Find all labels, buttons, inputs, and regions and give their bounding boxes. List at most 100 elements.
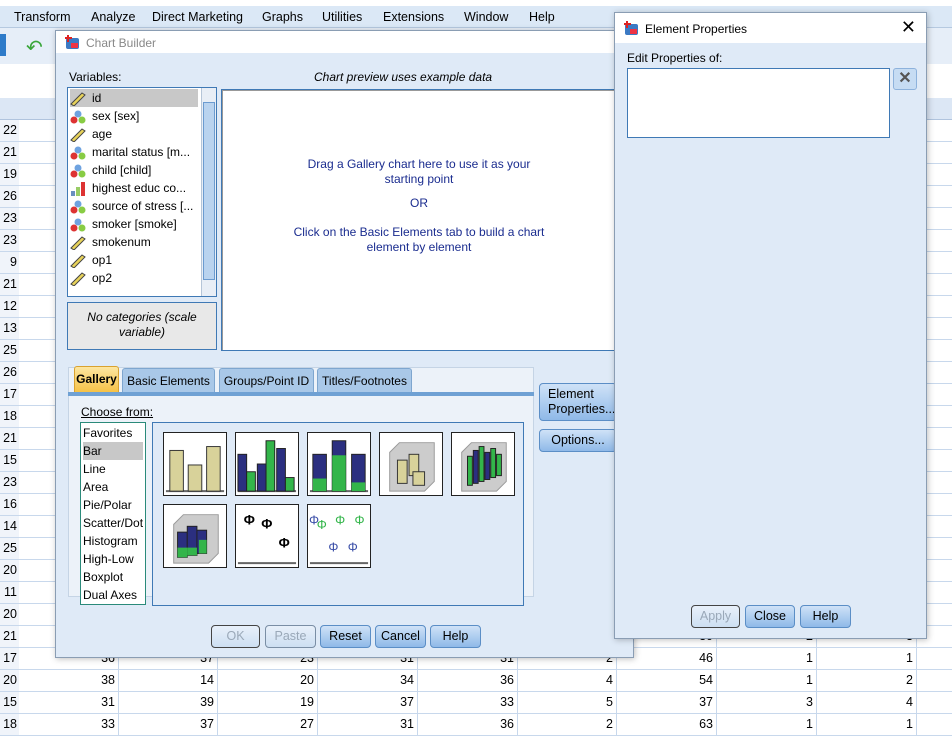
table-cell[interactable]: 3 (717, 692, 817, 714)
table-cell[interactable]: 38 (19, 670, 119, 692)
simple-3d-bar-thumbnail[interactable] (379, 432, 443, 496)
tab-groups-point-id[interactable]: Groups/Point ID (219, 368, 314, 394)
variable-item[interactable]: sex [sex] (70, 107, 198, 125)
table-cell[interactable]: 1 (717, 714, 817, 736)
menu-direct-marketing[interactable]: Direct Marketing (152, 10, 243, 24)
table-cell[interactable]: 4 (817, 692, 917, 714)
table-cell[interactable]: 37 (118, 714, 218, 736)
row-label[interactable]: 15 (0, 450, 19, 471)
table-cell[interactable]: 5 (517, 692, 617, 714)
table-cell[interactable]: 1 (817, 714, 917, 736)
menu-extensions[interactable]: Extensions (383, 10, 444, 24)
clustered-error-bar-thumbnail[interactable]: ΦΦΦΦΦΦ (307, 504, 371, 568)
table-cell[interactable]: 27 (218, 714, 318, 736)
row-label[interactable]: 25 (0, 340, 19, 361)
scrollbar-thumb[interactable] (203, 102, 215, 280)
variable-item[interactable]: op1 (70, 251, 198, 269)
variable-item[interactable]: child [child] (70, 161, 198, 179)
help-button[interactable]: Help (800, 605, 851, 628)
table-cell[interactable]: 31 (19, 692, 119, 714)
variable-item[interactable]: source of stress [... (70, 197, 198, 215)
simple-error-bar-thumbnail[interactable]: ΦΦΦ (235, 504, 299, 568)
row-label[interactable]: 23 (0, 230, 19, 251)
variable-item[interactable]: smoker [smoke] (70, 215, 198, 233)
table-cell[interactable]: 33 (418, 692, 518, 714)
row-label[interactable]: 14 (0, 516, 19, 537)
row-label[interactable]: 18 (0, 406, 19, 427)
menu-help[interactable]: Help (529, 10, 555, 24)
variables-scrollbar[interactable] (201, 88, 216, 296)
row-label[interactable]: 11 (0, 582, 19, 603)
menu-analyze[interactable]: Analyze (91, 10, 135, 24)
table-cell[interactable]: 37 (318, 692, 418, 714)
row-label[interactable]: 20 (0, 604, 19, 625)
table-cell[interactable]: 36 (418, 670, 518, 692)
menu-window[interactable]: Window (464, 10, 508, 24)
table-cell[interactable]: 20 (218, 670, 318, 692)
save-icon[interactable] (0, 34, 6, 56)
variable-item[interactable]: op2 (70, 269, 198, 287)
row-label[interactable]: 21 (0, 626, 19, 647)
row-label[interactable]: 21 (0, 274, 19, 295)
table-cell[interactable]: 19 (218, 692, 318, 714)
tab-gallery[interactable]: Gallery (74, 366, 119, 392)
variable-item[interactable]: age (70, 125, 198, 143)
row-label[interactable]: 23 (0, 472, 19, 493)
row-label[interactable]: 16 (0, 494, 19, 515)
tab-basic-elements[interactable]: Basic Elements (122, 368, 215, 394)
row-label[interactable]: 25 (0, 538, 19, 559)
undo-icon[interactable]: ↶ (26, 38, 43, 58)
row-label[interactable]: 23 (0, 208, 19, 229)
clustered-3d-bar-thumbnail[interactable] (451, 432, 515, 496)
variables-list[interactable]: id sex [sex] age marital status [m... child … (67, 87, 217, 297)
row-label[interactable]: 19 (0, 164, 19, 185)
table-cell[interactable]: 14 (118, 670, 218, 692)
stacked-bar-thumbnail[interactable] (307, 432, 371, 496)
table-cell[interactable]: 2 (517, 714, 617, 736)
table-cell[interactable]: 63 (617, 714, 717, 736)
table-cell[interactable]: 4 (517, 670, 617, 692)
table-cell[interactable]: 36 (418, 714, 518, 736)
chart-type-item[interactable]: Area (83, 478, 143, 496)
chart-type-item[interactable]: Histogram (83, 532, 143, 550)
element-properties-button[interactable]: Element Properties... (539, 383, 617, 421)
cancel-button[interactable]: Cancel (375, 625, 426, 648)
table-cell[interactable]: 33 (19, 714, 119, 736)
stacked-3d-bar-thumbnail[interactable] (163, 504, 227, 568)
row-label[interactable]: 15 (0, 692, 19, 713)
chart-type-item[interactable]: Line (83, 460, 143, 478)
menu-transform[interactable]: Transform (14, 10, 71, 24)
row-label[interactable]: 9 (0, 252, 19, 273)
table-cell[interactable]: 34 (318, 670, 418, 692)
chart-type-item[interactable]: Scatter/Dot (83, 514, 143, 532)
variable-item[interactable]: highest educ co... (70, 179, 198, 197)
chart-type-item[interactable]: Boxplot (83, 568, 143, 586)
delete-icon[interactable]: ✕ (893, 68, 917, 90)
row-label[interactable]: 18 (0, 714, 19, 735)
edit-properties-list[interactable] (627, 68, 890, 138)
close-button[interactable]: Close (745, 605, 795, 628)
paste-button[interactable]: Paste (265, 625, 316, 648)
tab-titles-footnotes[interactable]: Titles/Footnotes (317, 368, 412, 394)
row-label[interactable]: 20 (0, 670, 19, 691)
chart-type-list[interactable]: Favorites Bar Line Area Pie/Polar Scatter/Dot… (80, 422, 146, 605)
table-cell[interactable]: 1 (817, 648, 917, 670)
row-label[interactable]: 12 (0, 296, 19, 317)
table-cell[interactable]: 39 (118, 692, 218, 714)
table-cell[interactable]: 54 (617, 670, 717, 692)
row-label[interactable]: 21 (0, 428, 19, 449)
table-cell[interactable]: 1 (717, 648, 817, 670)
row-label[interactable]: 17 (0, 384, 19, 405)
menu-utilities[interactable]: Utilities (322, 10, 362, 24)
variable-item[interactable]: smokenum (70, 233, 198, 251)
variable-item[interactable]: id (70, 89, 198, 107)
variable-item[interactable]: marital status [m... (70, 143, 198, 161)
options-button[interactable]: Options... (539, 429, 617, 452)
table-cell[interactable]: 31 (318, 714, 418, 736)
help-button[interactable]: Help (430, 625, 481, 648)
chart-type-item[interactable]: Pie/Polar (83, 496, 143, 514)
row-label[interactable]: 26 (0, 186, 19, 207)
apply-button[interactable]: Apply (691, 605, 740, 628)
row-label[interactable]: 20 (0, 560, 19, 581)
menu-graphs[interactable]: Graphs (262, 10, 303, 24)
